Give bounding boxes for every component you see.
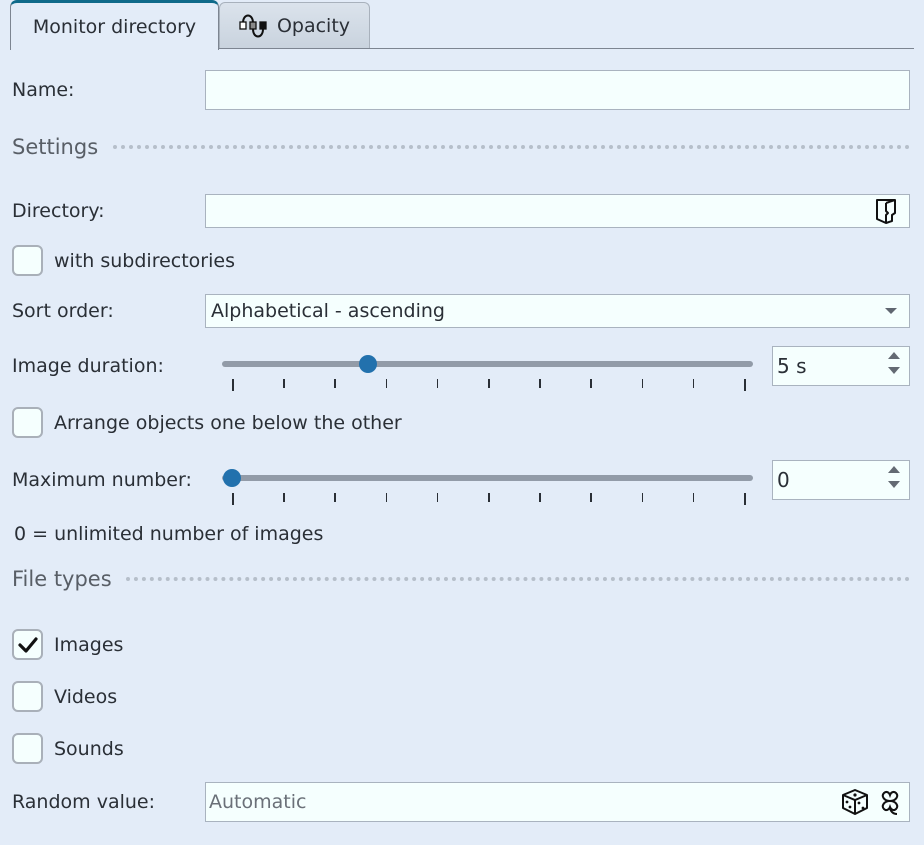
slider-tick (692, 379, 695, 388)
slider-tick (744, 379, 746, 391)
clover-icon[interactable] (875, 787, 905, 817)
slider-tick (590, 379, 592, 388)
image-duration-slider[interactable] (222, 351, 753, 391)
maximum-number-label: Maximum number: (12, 469, 192, 491)
tab-monitor-directory[interactable]: Monitor directory (10, 0, 219, 50)
sort-order-select[interactable]: Alphabetical - ascending (205, 294, 910, 328)
dice-icon[interactable] (839, 787, 871, 817)
slider-tick (641, 493, 644, 502)
file-types-section-title: File types (12, 567, 112, 591)
images-checkbox[interactable] (12, 629, 43, 660)
file-types-divider (126, 577, 910, 581)
slider-track[interactable] (222, 475, 753, 481)
sounds-checkbox[interactable] (12, 733, 43, 764)
random-value-label: Random value: (12, 791, 156, 813)
slider-tick (436, 379, 439, 388)
image-duration-label: Image duration: (12, 355, 164, 377)
settings-divider (113, 145, 910, 149)
arrange-objects-checkbox[interactable] (12, 407, 43, 438)
slider-track[interactable] (222, 361, 753, 367)
random-value-input[interactable]: Automatic (205, 782, 910, 822)
with-subdirectories-label: with subdirectories (54, 250, 235, 272)
slider-tick (488, 379, 490, 388)
increment-arrow-icon[interactable] (888, 466, 900, 473)
directory-label: Directory: (12, 200, 105, 222)
unlimited-hint-text: 0 = unlimited number of images (14, 523, 324, 545)
open-folder-icon[interactable] (873, 197, 901, 225)
slider-thumb[interactable] (223, 469, 241, 487)
decrement-arrow-icon[interactable] (888, 367, 900, 374)
slider-tick (385, 379, 388, 388)
slider-tick (436, 493, 439, 502)
slider-tick (744, 493, 746, 505)
slider-tick (385, 493, 388, 502)
tab-label: Monitor directory (32, 15, 197, 38)
slider-tick (590, 493, 592, 502)
name-input[interactable] (205, 70, 910, 110)
slider-tick (641, 379, 644, 388)
slider-tick (488, 493, 490, 502)
decrement-arrow-icon[interactable] (888, 481, 900, 488)
slider-tick (232, 379, 234, 391)
slider-tick (283, 379, 285, 388)
checkmark-icon (17, 635, 39, 655)
image-duration-spinbox[interactable]: 5 s (772, 346, 910, 386)
settings-section-title: Settings (12, 135, 99, 159)
sounds-label: Sounds (54, 738, 124, 760)
tab-label: Opacity (276, 14, 351, 37)
images-label: Images (54, 634, 124, 656)
increment-arrow-icon[interactable] (888, 352, 900, 359)
sort-order-label: Sort order: (12, 300, 114, 322)
slider-tick (334, 493, 336, 502)
maximum-number-spinbox[interactable]: 0 (772, 460, 910, 500)
arrange-objects-label: Arrange objects one below the other (54, 412, 402, 434)
slider-tick (539, 379, 541, 388)
slider-tick (539, 493, 541, 502)
videos-checkbox[interactable] (12, 681, 43, 712)
name-label: Name: (12, 79, 75, 101)
slider-tick (232, 493, 234, 505)
tab-opacity[interactable]: Opacity (219, 2, 370, 48)
directory-input[interactable] (205, 194, 910, 228)
slider-tick (334, 379, 336, 388)
videos-label: Videos (54, 686, 118, 708)
chevron-down-icon[interactable] (885, 308, 897, 314)
slider-thumb[interactable] (358, 355, 377, 373)
maximum-number-slider[interactable] (222, 465, 753, 505)
opacity-curve-icon (239, 13, 269, 39)
with-subdirectories-checkbox[interactable] (12, 245, 43, 276)
slider-tick (692, 493, 695, 502)
slider-tick (283, 493, 285, 502)
